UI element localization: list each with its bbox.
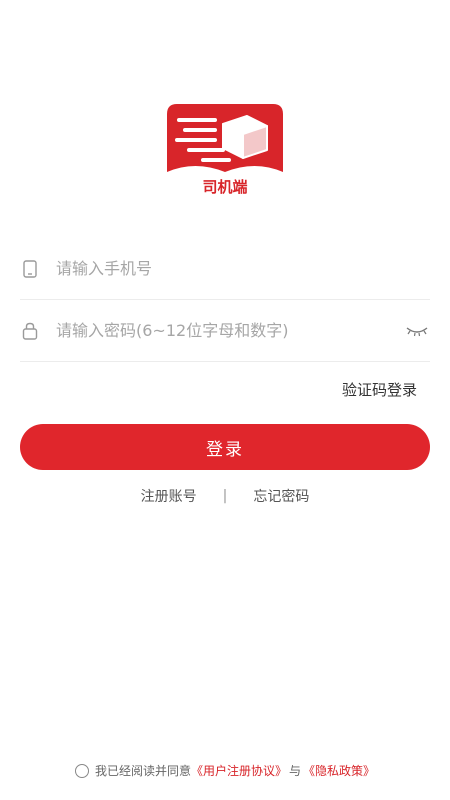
password-input[interactable] xyxy=(56,315,404,346)
sms-login-link[interactable]: 验证码登录 xyxy=(342,379,417,400)
lock-icon xyxy=(20,321,40,341)
register-link[interactable]: 注册账号 xyxy=(141,486,197,506)
agreement-checkbox[interactable] xyxy=(74,763,89,778)
agreement-conjunction: 与 xyxy=(289,764,302,778)
auth-links: 注册账号 | 忘记密码 xyxy=(0,486,450,506)
password-field xyxy=(20,300,430,362)
user-agreement-link[interactable]: 《用户注册协议》 xyxy=(191,762,287,779)
links-separator: | xyxy=(222,488,228,504)
phone-input[interactable] xyxy=(56,253,430,284)
truck-box-logo-icon xyxy=(167,104,283,172)
forgot-password-link[interactable]: 忘记密码 xyxy=(253,486,309,506)
eye-closed-icon[interactable] xyxy=(404,323,430,339)
login-button[interactable]: 登录 xyxy=(20,424,430,470)
privacy-policy-link[interactable]: 《隐私政策》 xyxy=(303,762,375,779)
phone-field xyxy=(20,238,430,300)
logo-label: 司机端 xyxy=(202,178,248,196)
phone-icon xyxy=(20,259,40,279)
agreement-prefix: 我已经阅读并同意 xyxy=(94,764,191,778)
app-logo: 司机端 xyxy=(163,100,287,200)
agreement-row: 我已经阅读并同意 《用户注册协议》 与 《隐私政策》 xyxy=(0,762,450,779)
